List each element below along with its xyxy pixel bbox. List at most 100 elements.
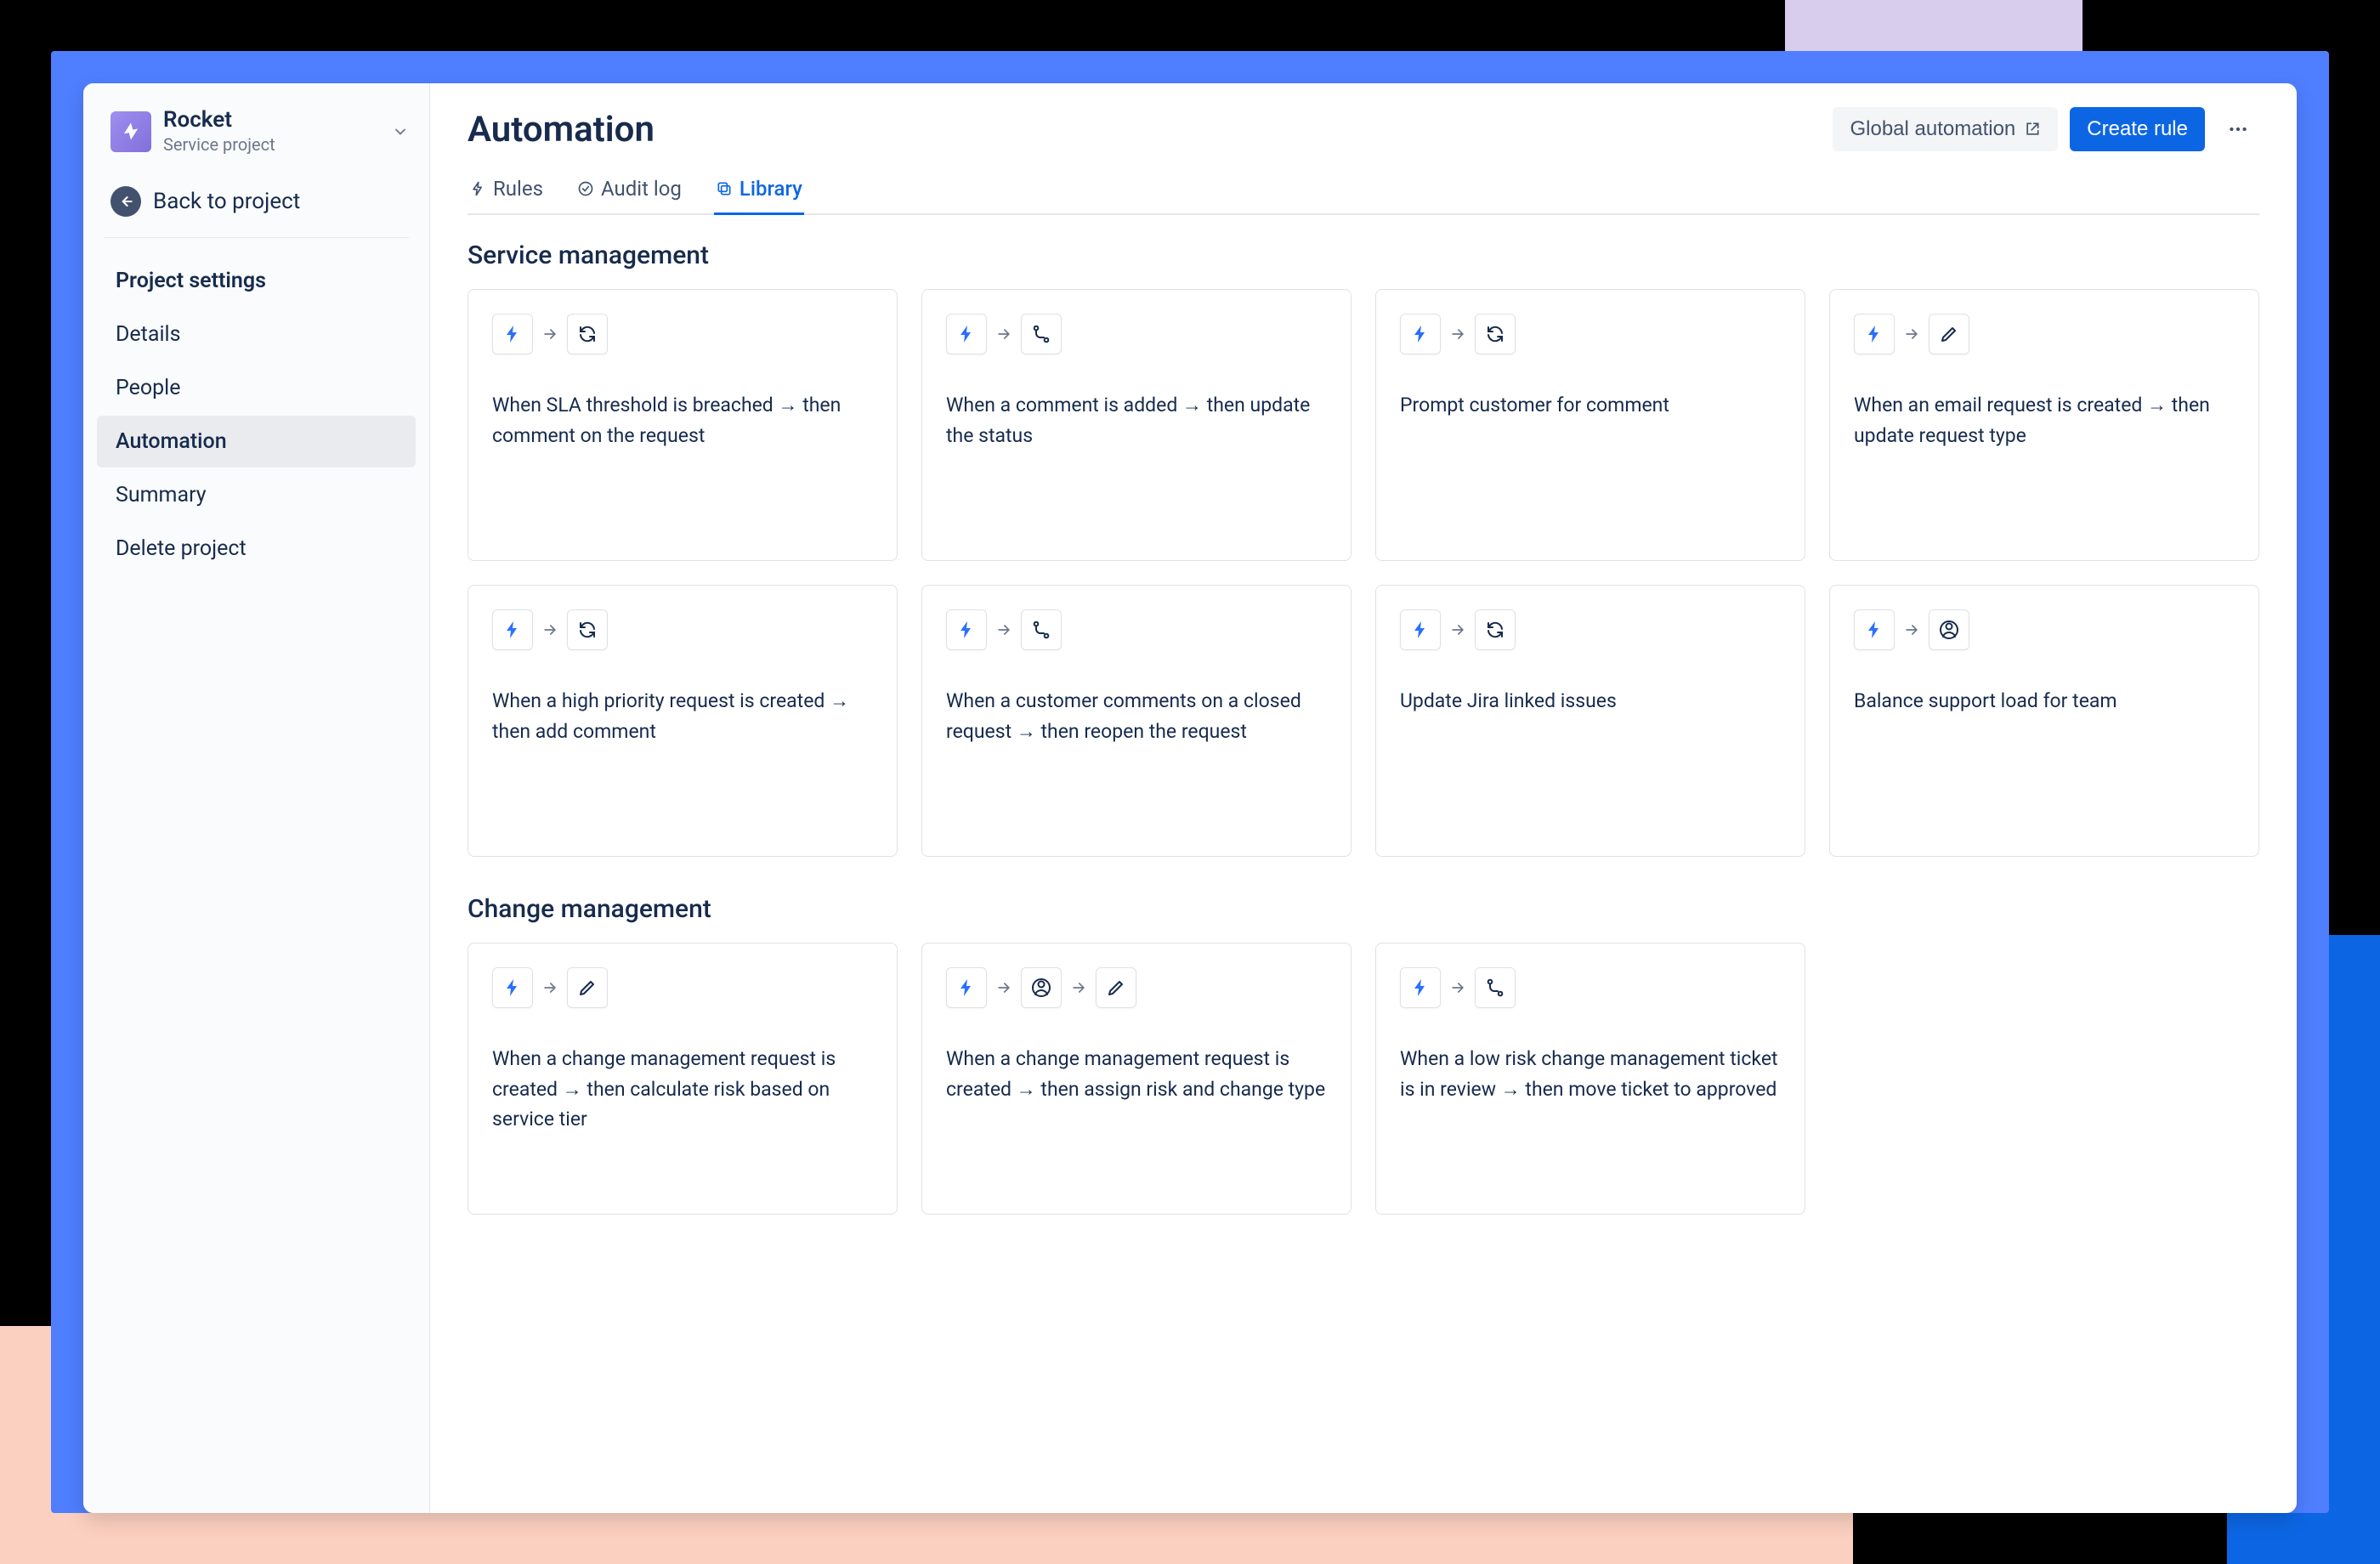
global-automation-label: Global automation [1850,117,2015,141]
bolt-icon [1400,609,1441,650]
arrow-right-icon [1449,621,1466,638]
divider [104,237,409,238]
icon-row [946,609,1327,650]
card-description: When a change management request is crea… [492,1044,873,1135]
create-rule-label: Create rule [2087,117,2188,141]
arrow-right-icon [541,979,558,996]
automation-template-card[interactable]: Update Jira linked issues [1375,585,1805,857]
sidebar-item-automation[interactable]: Automation [97,416,416,468]
icon-row [1400,609,1781,650]
card-description: When a change management request is crea… [946,1044,1327,1104]
sidebar-item-summary[interactable]: Summary [97,469,416,521]
section-title: Service management [468,241,2259,270]
card-grid: When SLA threshold is breached → then co… [468,289,2259,857]
arrow-left-icon [110,186,141,217]
create-rule-button[interactable]: Create rule [2070,107,2205,151]
card-description: When SLA threshold is breached → then co… [492,390,873,450]
card-description: When a high priority request is created … [492,686,873,746]
icon-row [946,967,1327,1008]
automation-template-card[interactable]: When a low risk change management ticket… [1375,943,1805,1215]
card-description: Balance support load for team [1854,686,2235,717]
tabs: Rules Audit log Library [468,175,2259,215]
tab-audit[interactable]: Audit log [575,177,683,215]
sidebar-item-delete-project[interactable]: Delete project [97,523,416,575]
sidebar-item-details[interactable]: Details [97,309,416,360]
branch-icon [1475,967,1516,1008]
bolt-icon [492,609,533,650]
more-actions-button[interactable] [2217,110,2259,149]
edit-icon [567,967,608,1008]
sidebar-item-people[interactable]: People [97,362,416,414]
sidebar-item-project-settings: Project settings [97,255,416,307]
arrow-right-icon [1449,979,1466,996]
nav-list: Project settingsDetailsPeopleAutomationS… [83,255,429,575]
chevron-down-icon [392,123,409,140]
check-circle-icon [577,180,594,197]
bolt-icon [469,180,486,197]
user-icon [1929,609,1969,650]
bolt-icon [1854,609,1895,650]
card-description: When a comment is added → then update th… [946,390,1327,450]
copy-icon [716,180,733,197]
icon-row [1400,314,1781,354]
tab-rules[interactable]: Rules [468,177,545,215]
external-link-icon [2024,121,2041,138]
refresh-icon [567,314,608,354]
arrow-right-icon [1070,979,1087,996]
icon-row [492,314,873,354]
topbar: Automation Global automation Create rule [468,107,2259,151]
icon-row [946,314,1327,354]
bolt-icon [1400,967,1441,1008]
project-name: Rocket [163,107,380,133]
branch-icon [1021,609,1062,650]
card-description: When an email request is created → then … [1854,390,2235,450]
arrow-right-icon [1449,326,1466,343]
refresh-icon [567,609,608,650]
bolt-icon [946,314,987,354]
arrow-right-icon [1903,621,1920,638]
tab-label: Rules [493,177,543,201]
back-label: Back to project [153,189,300,214]
arrow-right-icon [541,621,558,638]
automation-template-card[interactable]: When a high priority request is created … [468,585,898,857]
refresh-icon [1475,609,1516,650]
icon-row [1854,314,2235,354]
back-to-project[interactable]: Back to project [83,171,429,237]
icon-row [492,609,873,650]
bolt-icon [1400,314,1441,354]
edit-icon [1096,967,1136,1008]
arrow-right-icon [1903,326,1920,343]
arrow-right-icon [995,326,1012,343]
arrow-right-icon [995,979,1012,996]
tab-label: Library [740,177,802,201]
tab-library[interactable]: Library [714,177,804,215]
automation-template-card[interactable]: When SLA threshold is breached → then co… [468,289,898,561]
automation-template-card[interactable]: When a customer comments on a closed req… [921,585,1352,857]
card-grid: When a change management request is crea… [468,943,2259,1215]
global-automation-button[interactable]: Global automation [1833,107,2058,151]
project-avatar-icon [110,111,151,152]
automation-template-card[interactable]: When a change management request is crea… [468,943,898,1215]
edit-icon [1929,314,1969,354]
automation-template-card[interactable]: Balance support load for team [1829,585,2259,857]
automation-template-card[interactable]: When a comment is added → then update th… [921,289,1352,561]
main-content: Automation Global automation Create rule… [430,83,2297,1513]
card-description: When a low risk change management ticket… [1400,1044,1781,1104]
user-icon [1021,967,1062,1008]
arrow-right-icon [541,326,558,343]
page-title: Automation [468,109,654,150]
icon-row [1854,609,2235,650]
tab-label: Audit log [601,177,682,201]
icon-row [1400,967,1781,1008]
branch-icon [1021,314,1062,354]
automation-template-card[interactable]: When a change management request is crea… [921,943,1352,1215]
card-description: Prompt customer for comment [1400,390,1781,421]
bolt-icon [492,967,533,1008]
project-switcher[interactable]: Rocket Service project [83,107,429,171]
card-description: When a customer comments on a closed req… [946,686,1327,746]
automation-template-card[interactable]: Prompt customer for comment [1375,289,1805,561]
bolt-icon [492,314,533,354]
sidebar: Rocket Service project Back to project P… [83,83,430,1513]
automation-template-card[interactable]: When an email request is created → then … [1829,289,2259,561]
project-subtitle: Service project [163,133,380,156]
